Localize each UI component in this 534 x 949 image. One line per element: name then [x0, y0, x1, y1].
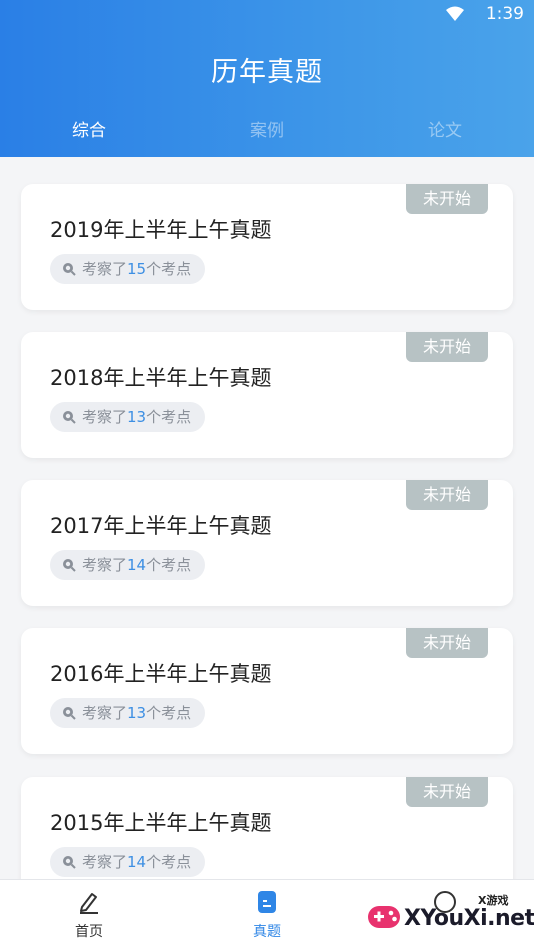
site-watermark: X游戏 XYouXi.net	[358, 892, 534, 946]
exam-title: 2019年上半年上午真题	[50, 218, 272, 242]
page-title: 历年真题	[211, 57, 323, 88]
topic-suffix: 个考点	[146, 408, 192, 426]
tab-comprehensive[interactable]: 综合	[29, 116, 149, 141]
status-badge: 未开始	[406, 777, 488, 807]
status-badge: 未开始	[406, 628, 488, 658]
topic-count: 15	[127, 260, 147, 278]
exam-title: 2015年上半年上午真题	[50, 811, 272, 835]
topic-prefix: 考察了	[82, 260, 128, 278]
nav-exams[interactable]: 真题	[227, 890, 307, 941]
status-badge: 未开始	[406, 184, 488, 214]
search-icon	[63, 559, 76, 572]
exam-title: 2016年上半年上午真题	[50, 662, 272, 686]
tab-bar: 综合 案例 论文	[0, 116, 534, 144]
exam-card[interactable]: 未开始 2017年上半年上午真题 考察了 14 个考点	[21, 480, 513, 606]
topic-prefix: 考察了	[82, 853, 128, 871]
topic-prefix: 考察了	[82, 556, 128, 574]
exam-title: 2017年上半年上午真题	[50, 514, 272, 538]
topic-count-pill: 考察了 13 个考点	[50, 698, 206, 728]
exam-card[interactable]: 未开始 2019年上半年上午真题 考察了 15 个考点	[21, 184, 513, 310]
topic-count: 14	[127, 853, 147, 871]
exam-title: 2018年上半年上午真题	[50, 366, 272, 390]
tab-case[interactable]: 案例	[207, 116, 327, 141]
exam-card[interactable]: 未开始 2015年上半年上午真题 考察了 14 个考点	[21, 777, 513, 879]
exam-list[interactable]: 未开始 2019年上半年上午真题 考察了 15 个考点 未开始 2018年上半年上午…	[0, 157, 534, 879]
search-icon	[63, 707, 76, 720]
topic-count-pill: 考察了 14 个考点	[50, 847, 206, 877]
watermark-text: XYouXi.net	[404, 906, 534, 931]
topic-count-pill: 考察了 13 个考点	[50, 402, 206, 432]
tab-essay[interactable]: 论文	[385, 116, 505, 141]
gamepad-logo-icon	[368, 906, 400, 928]
status-bar: 1:39	[0, 0, 534, 28]
status-time: 1:39	[485, 4, 524, 24]
header: 1:39 历年真题 综合 案例 论文	[0, 0, 534, 157]
topic-suffix: 个考点	[146, 556, 192, 574]
nav-exams-label: 真题	[253, 924, 281, 940]
search-icon	[63, 411, 76, 424]
topic-suffix: 个考点	[146, 704, 192, 722]
topic-count: 13	[127, 704, 147, 722]
document-icon	[258, 891, 276, 913]
wifi-icon	[446, 6, 464, 21]
topic-count: 14	[127, 556, 147, 574]
topic-count-pill: 考察了 14 个考点	[50, 550, 206, 580]
topic-suffix: 个考点	[146, 260, 192, 278]
status-badge: 未开始	[406, 480, 488, 510]
nav-home-label: 首页	[75, 924, 103, 940]
search-icon	[63, 263, 76, 276]
search-icon	[63, 856, 76, 869]
topic-count: 13	[127, 408, 147, 426]
exam-card[interactable]: 未开始 2016年上半年上午真题 考察了 13 个考点	[21, 628, 513, 754]
status-badge: 未开始	[406, 332, 488, 362]
topic-suffix: 个考点	[146, 853, 192, 871]
topic-count-pill: 考察了 15 个考点	[50, 254, 206, 284]
nav-home[interactable]: 首页	[49, 890, 129, 941]
exam-card[interactable]: 未开始 2018年上半年上午真题 考察了 13 个考点	[21, 332, 513, 458]
topic-prefix: 考察了	[82, 704, 128, 722]
edit-icon	[80, 893, 98, 914]
topic-prefix: 考察了	[82, 408, 128, 426]
